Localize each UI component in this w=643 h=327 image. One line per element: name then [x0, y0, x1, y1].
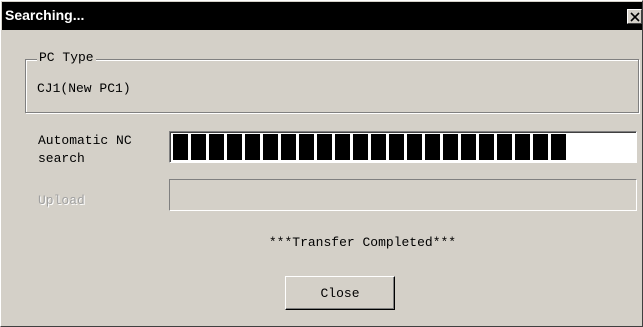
automatic-nc-search-label-line2: search	[38, 151, 85, 166]
progress-segment	[245, 134, 260, 160]
progress-segment	[407, 134, 422, 160]
progress-segment	[227, 134, 242, 160]
close-icon[interactable]	[627, 9, 642, 24]
close-button[interactable]: Close	[285, 276, 395, 310]
progress-segment	[173, 134, 188, 160]
automatic-nc-search-label-line1: Automatic NC	[38, 133, 132, 148]
progress-segment	[533, 134, 548, 160]
automatic-nc-search-progress-bar	[169, 131, 637, 163]
progress-segment	[497, 134, 512, 160]
upload-label: Upload	[38, 193, 85, 208]
close-x-glyph	[630, 12, 640, 22]
progress-segment	[425, 134, 440, 160]
progress-segment	[461, 134, 476, 160]
pc-type-legend: PC Type	[37, 50, 96, 65]
progress-segment	[335, 134, 350, 160]
progress-segment	[515, 134, 530, 160]
window-title: Searching...	[5, 7, 85, 23]
progress-segment	[371, 134, 386, 160]
progress-segment	[389, 134, 404, 160]
automatic-nc-search-label: Automatic NC search	[38, 132, 158, 168]
progress-segment	[263, 134, 278, 160]
transfer-status-text: ***Transfer Completed***	[268, 235, 457, 250]
progress-segment	[353, 134, 368, 160]
close-button-label: Close	[320, 285, 360, 301]
searching-dialog: Searching... PC Type CJ1(New PC1) Automa…	[0, 0, 643, 327]
pc-type-value: CJ1(New PC1)	[37, 81, 131, 96]
title-bar[interactable]: Searching...	[2, 2, 642, 30]
progress-segment	[317, 134, 332, 160]
progress-segment	[281, 134, 296, 160]
progress-segment	[551, 134, 566, 160]
progress-segment	[443, 134, 458, 160]
progress-segment	[299, 134, 314, 160]
progress-segment	[191, 134, 206, 160]
upload-progress-bar	[169, 179, 637, 211]
progress-segment	[209, 134, 224, 160]
progress-segment	[479, 134, 494, 160]
